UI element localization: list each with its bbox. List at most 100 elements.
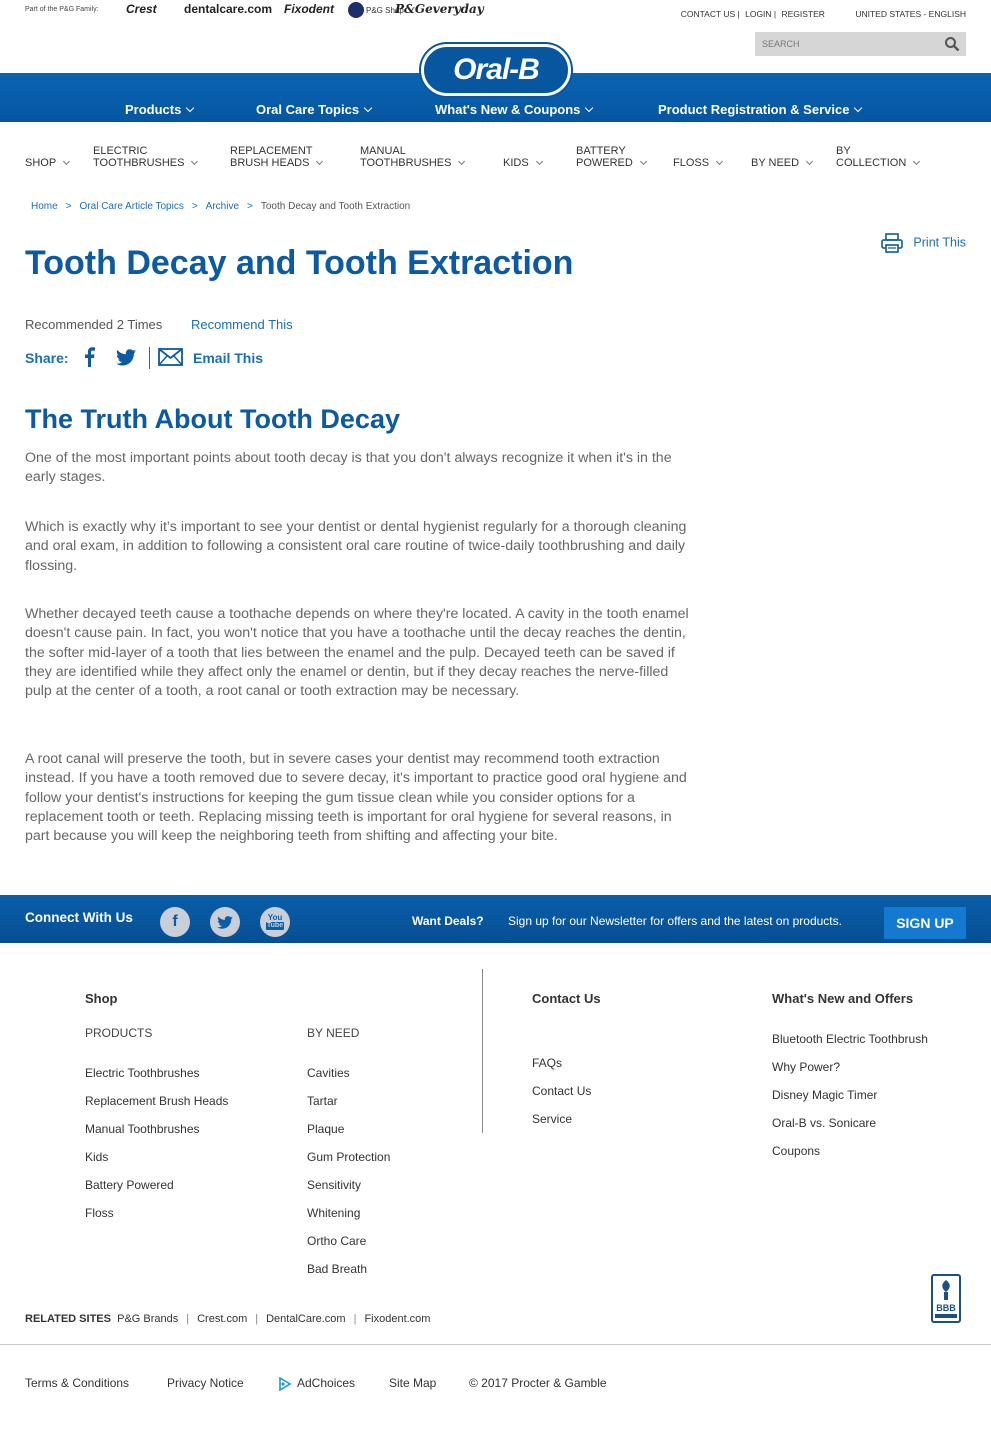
bbb-accredited-icon[interactable]: BBB [931,1274,961,1323]
contact-us-link[interactable]: CONTACT US [681,9,735,19]
nav-oral-care-topics-label: Oral Care Topics [256,102,360,117]
terms-link[interactable]: Terms & Conditions [25,1376,129,1390]
footer-shop-heading: Shop [85,991,118,1006]
related-link-pg-brands[interactable]: P&G Brands [117,1313,178,1325]
cat-by-need[interactable]: BY NEED [751,145,814,169]
region-selector[interactable]: UNITED STATES - ENGLISH [855,9,966,19]
cat-line1 [503,145,542,157]
breadcrumb-archive[interactable]: Archive [206,201,239,212]
privacy-link[interactable]: Privacy Notice [167,1376,244,1390]
cat-battery-powered[interactable]: BATTERY POWERED [576,145,647,169]
brand-crest-link[interactable]: Crest [126,2,157,16]
cat-line1: MANUAL [360,145,406,157]
recommend-count: Recommended 2 Times [25,317,163,332]
related-link-dentalcare[interactable]: DentalCare.com [266,1313,345,1325]
nav-products[interactable]: Products [125,102,195,117]
chevron-down-icon [316,157,324,166]
chevron-down-icon [535,157,543,166]
footer-link-oralb-vs-sonicare[interactable]: Oral-B vs. Sonicare [772,1116,876,1130]
related-link-crest[interactable]: Crest.com [197,1313,247,1325]
related-link-fixodent[interactable]: Fixodent.com [364,1313,430,1325]
cat-line2: BY NEED [751,157,800,169]
twitter-icon[interactable] [116,349,136,366]
breadcrumb-home[interactable]: Home [31,201,58,212]
pg-shop-icon [348,2,364,18]
footer-link-contact-us[interactable]: Contact Us [532,1084,591,1098]
email-this-link[interactable]: Email This [193,350,263,366]
cat-electric-toothbrushes[interactable]: ELECTRIC TOOTHBRUSHES [93,145,199,169]
footer-link-battery-powered[interactable]: Battery Powered [85,1178,174,1192]
search-input[interactable] [755,32,935,56]
search-icon[interactable] [944,36,960,52]
youtube-social-icon[interactable]: You Tube [260,907,290,937]
brand-dentalcare-link[interactable]: dentalcare.com [184,2,272,16]
related-separator: | [353,1313,357,1325]
footer-link-bad-breath[interactable]: Bad Breath [307,1262,367,1276]
footer-link-electric-toothbrushes[interactable]: Electric Toothbrushes [85,1066,200,1080]
nav-product-registration[interactable]: Product Registration & Service [658,102,863,117]
footer-link-faqs[interactable]: FAQs [532,1056,562,1070]
logo-text: Oral-B [453,53,540,86]
sitemap-link[interactable]: Site Map [389,1376,436,1390]
footer-byneed-heading: BY NEED [307,1026,360,1040]
printer-icon [881,233,904,253]
footer-link-kids[interactable]: Kids [85,1150,108,1164]
email-icon[interactable] [158,348,183,366]
facebook-icon[interactable] [83,347,95,367]
footer-link-gum-protection[interactable]: Gum Protection [307,1150,390,1164]
footer-link-replacement-brush-heads[interactable]: Replacement Brush Heads [85,1094,228,1108]
adchoices-link[interactable]: AdChoices [297,1376,355,1390]
cat-manual-toothbrushes[interactable]: MANUAL TOOTHBRUSHES [360,145,466,169]
adchoices-icon [279,1377,292,1391]
footer-link-floss[interactable]: Floss [85,1206,114,1220]
utility-links: CONTACT US | LOGIN | REGISTER UNITED STA… [680,9,966,19]
nav-oral-care-topics[interactable]: Oral Care Topics [256,102,373,117]
cat-by-collection[interactable]: BY COLLECTION [836,145,921,169]
brand-fixodent-link[interactable]: Fixodent [284,2,334,16]
breadcrumb-oral-care-topics[interactable]: Oral Care Article Topics [80,201,184,212]
footer-link-sensitivity[interactable]: Sensitivity [307,1178,361,1192]
sign-up-button[interactable]: SIGN UP [884,907,966,939]
brand-pgeveryday-link[interactable]: P&Geveryday [395,2,484,16]
footer-link-manual-toothbrushes[interactable]: Manual Toothbrushes [85,1122,200,1136]
footer-link-ortho-care[interactable]: Ortho Care [307,1234,366,1248]
oral-b-logo[interactable]: Oral-B [421,44,571,96]
cat-floss[interactable]: FLOSS [673,145,724,169]
breadcrumb: Home > Oral Care Article Topics > Archive > To… [31,201,410,212]
footer-link-coupons[interactable]: Coupons [772,1144,820,1158]
cat-replacement-brush-heads[interactable]: REPLACEMENT BRUSH HEADS [230,145,324,169]
cat-line2: POWERED [576,157,633,169]
chevron-down-icon [363,103,373,113]
cat-line2: FLOSS [673,157,710,169]
footer-link-plaque[interactable]: Plaque [307,1122,344,1136]
footer-link-whitening[interactable]: Whitening [307,1206,360,1220]
connect-bar: Connect With Us f You Tube Want Deals? Si… [0,895,991,943]
article-paragraph: Which is exactly why it’s important to s… [25,519,687,574]
cat-line1 [673,145,722,157]
article-paragraph: Whether decayed teeth cause a toothache … [25,606,689,700]
nav-whats-new[interactable]: What's New & Coupons [435,102,594,117]
chevron-down-icon [585,103,594,113]
cat-shop[interactable]: SHOP [25,145,71,169]
share-divider [149,347,150,369]
footer-products-heading: PRODUCTS [85,1026,153,1040]
footer-link-bluetooth[interactable]: Bluetooth Electric Toothbrush [772,1032,928,1046]
footer-link-service[interactable]: Service [532,1112,572,1126]
nav-products-label: Products [125,102,182,117]
related-separator: | [186,1313,190,1325]
footer-link-disney-timer[interactable]: Disney Magic Timer [772,1088,877,1102]
footer-link-why-power[interactable]: Why Power? [772,1060,840,1074]
print-label: Print This [913,235,966,250]
twitter-social-icon[interactable] [210,907,240,937]
footer-link-cavities[interactable]: Cavities [307,1066,350,1080]
cat-line1: REPLACEMENT [230,145,313,157]
nav-whats-new-label: What's New & Coupons [435,102,581,117]
cat-kids[interactable]: KIDS [503,145,543,169]
login-link[interactable]: LOGIN [745,9,771,19]
recommend-link[interactable]: Recommend This [191,317,293,332]
register-link[interactable]: REGISTER [782,9,825,19]
cat-line2: COLLECTION [836,157,907,169]
facebook-social-icon[interactable]: f [160,907,190,937]
print-button[interactable]: Print This [881,233,966,253]
footer-link-tartar[interactable]: Tartar [307,1094,338,1108]
